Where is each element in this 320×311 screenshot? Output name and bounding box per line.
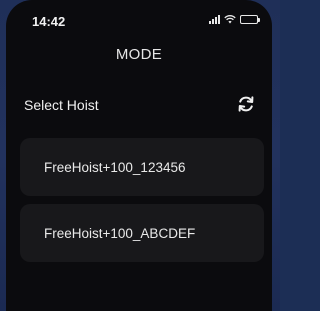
- section-header: Select Hoist: [6, 84, 272, 124]
- hoist-name: FreeHoist+100_123456: [44, 159, 186, 175]
- wifi-icon: [224, 15, 236, 24]
- hoist-name: FreeHoist+100_ABCDEF: [44, 225, 196, 241]
- phone-screen: 14:42 MODE Select Hoist FreeHoist+100_12…: [6, 0, 272, 311]
- hoist-list-item[interactable]: FreeHoist+100_123456: [20, 138, 264, 196]
- refresh-icon[interactable]: [236, 94, 256, 114]
- hoist-list-item[interactable]: FreeHoist+100_ABCDEF: [20, 204, 264, 262]
- select-hoist-label: Select Hoist: [24, 97, 99, 113]
- page-title: MODE: [115, 46, 163, 63]
- hoist-list: FreeHoist+100_123456 FreeHoist+100_ABCDE…: [20, 138, 264, 270]
- device-frame: 14:42 MODE Select Hoist FreeHoist+100_12…: [0, 0, 280, 311]
- signal-bars-icon: [209, 15, 220, 24]
- battery-full-icon: [240, 15, 260, 24]
- status-time: 14:42: [32, 14, 66, 29]
- status-icons: [209, 15, 260, 24]
- status-bar: 14:42: [6, 0, 272, 36]
